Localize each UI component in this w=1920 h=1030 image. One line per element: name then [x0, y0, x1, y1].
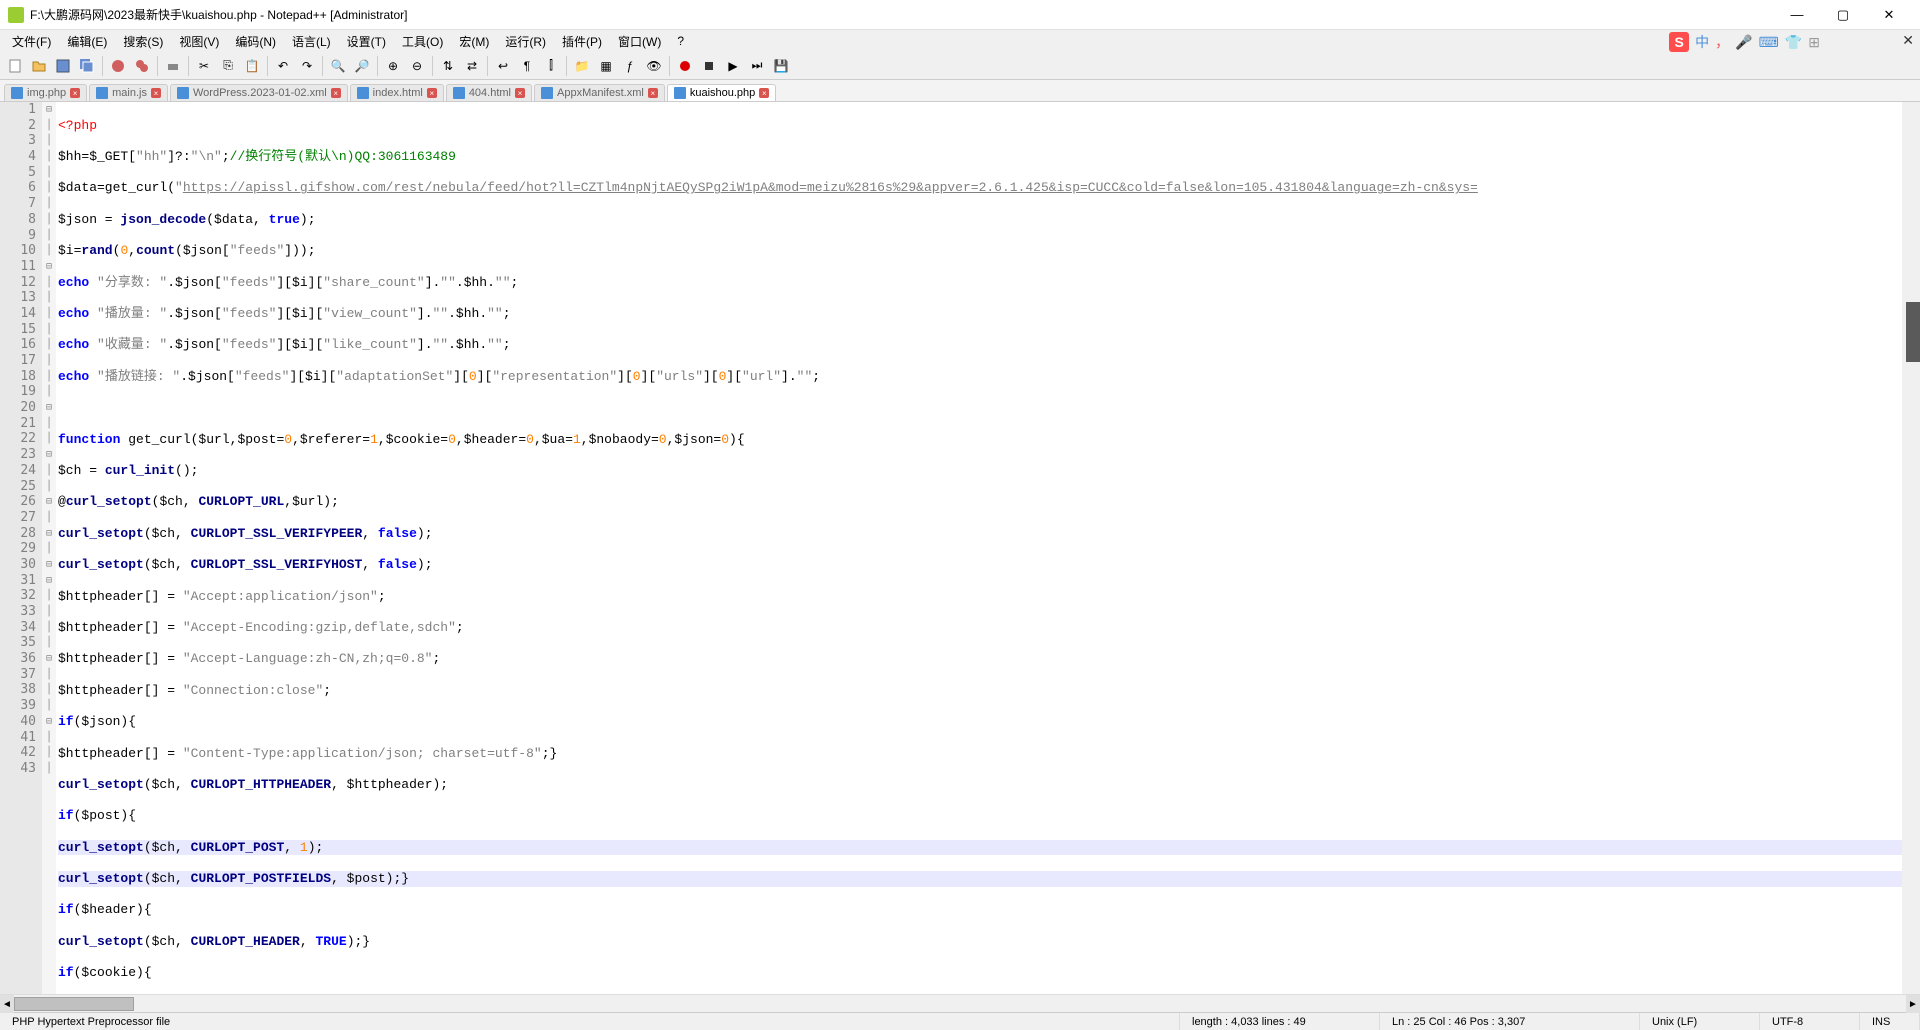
tab-close-icon[interactable]: ×	[759, 88, 769, 98]
tab-appx-manifest[interactable]: AppxManifest.xml×	[534, 84, 665, 101]
sync-h-button[interactable]: ⇄	[461, 55, 483, 77]
copy-button[interactable]: ⎘	[217, 55, 239, 77]
ime-skin-icon[interactable]: 👕	[1785, 34, 1802, 51]
find-button[interactable]: 🔍	[327, 55, 349, 77]
record-macro-button[interactable]	[674, 55, 696, 77]
zoom-out-button[interactable]: ⊖	[406, 55, 428, 77]
save-all-button[interactable]	[76, 55, 98, 77]
scroll-thumb[interactable]	[14, 997, 134, 1011]
sync-v-button[interactable]: ⇅	[437, 55, 459, 77]
ime-menu-icon[interactable]: ⊞	[1808, 34, 1820, 51]
close-all-button[interactable]	[131, 55, 153, 77]
tab-close-icon[interactable]: ×	[70, 88, 80, 98]
file-icon	[453, 87, 465, 99]
file-icon	[357, 87, 369, 99]
horizontal-scrollbar[interactable]: ◄ ►	[0, 994, 1920, 1012]
menu-settings[interactable]: 设置(T)	[339, 31, 394, 52]
menu-help[interactable]: ?	[669, 32, 692, 50]
status-encoding[interactable]: UTF-8	[1760, 1013, 1860, 1030]
tab-close-icon[interactable]: ×	[515, 88, 525, 98]
status-filetype: PHP Hypertext Preprocessor file	[0, 1013, 1180, 1030]
menu-plugins[interactable]: 插件(P)	[554, 31, 610, 52]
tab-index-html[interactable]: index.html×	[350, 84, 444, 101]
file-icon	[11, 87, 23, 99]
save-macro-button[interactable]: 💾	[770, 55, 792, 77]
menu-file[interactable]: 文件(F)	[4, 31, 59, 52]
stop-macro-button[interactable]	[698, 55, 720, 77]
menu-edit[interactable]: 编辑(E)	[59, 31, 115, 52]
menu-language[interactable]: 语言(L)	[284, 31, 339, 52]
redo-button[interactable]: ↷	[296, 55, 318, 77]
editor-area[interactable]: 1234567891011121314151617181920212223242…	[0, 102, 1920, 994]
line-numbers: 1234567891011121314151617181920212223242…	[0, 102, 42, 994]
ime-keyboard-icon[interactable]: ⌨	[1759, 34, 1779, 51]
tab-close-icon[interactable]: ×	[331, 88, 341, 98]
paste-button[interactable]: 📋	[241, 55, 263, 77]
file-icon	[177, 87, 189, 99]
ime-toolbar: S 中 ， 🎤 ⌨ 👕 ⊞	[1669, 32, 1820, 52]
menu-tools[interactable]: 工具(O)	[394, 31, 451, 52]
new-file-button[interactable]	[4, 55, 26, 77]
save-button[interactable]	[52, 55, 74, 77]
status-position: Ln : 25 Col : 46 Pos : 3,307	[1380, 1013, 1640, 1030]
title-bar: F:\大鹏源码网\2023最新快手\kuaishou.php - Notepad…	[0, 0, 1920, 30]
zoom-in-button[interactable]: ⊕	[382, 55, 404, 77]
show-all-chars-button[interactable]: ¶	[516, 55, 538, 77]
tab-wordpress-xml[interactable]: WordPress.2023-01-02.xml×	[170, 84, 348, 101]
doc-map-button[interactable]: ▦	[595, 55, 617, 77]
tab-kuaishou-php[interactable]: kuaishou.php×	[667, 84, 776, 101]
status-length: length : 4,033 lines : 49	[1180, 1013, 1380, 1030]
indent-guide-button[interactable]: ⫿	[540, 55, 562, 77]
close-file-button[interactable]	[107, 55, 129, 77]
status-eol[interactable]: Unix (LF)	[1640, 1013, 1760, 1030]
ime-punct[interactable]: ，	[1715, 32, 1729, 52]
scroll-left-arrow[interactable]: ◄	[0, 995, 14, 1013]
play-macro-button[interactable]: ▶	[722, 55, 744, 77]
tab-img-php[interactable]: img.php×	[4, 84, 87, 101]
folder-view-button[interactable]: 📁	[571, 55, 593, 77]
ime-sogou-icon[interactable]: S	[1669, 32, 1689, 52]
tab-bar: img.php× main.js× WordPress.2023-01-02.x…	[0, 80, 1920, 102]
wordwrap-button[interactable]: ↩	[492, 55, 514, 77]
ime-lang[interactable]: 中	[1695, 32, 1709, 52]
menu-encoding[interactable]: 编码(N)	[227, 31, 284, 52]
file-icon	[96, 87, 108, 99]
menu-search[interactable]: 搜索(S)	[115, 31, 171, 52]
func-list-button[interactable]: ƒ	[619, 55, 641, 77]
menu-window[interactable]: 窗口(W)	[610, 31, 669, 52]
app-icon	[8, 7, 24, 23]
file-icon	[541, 87, 553, 99]
tab-404-html[interactable]: 404.html×	[446, 84, 532, 101]
toolbar: ✂ ⎘ 📋 ↶ ↷ 🔍 🔎 ⊕ ⊖ ⇅ ⇄ ↩ ¶ ⫿ 📁 ▦ ƒ 👁 ▶ ⏭ …	[0, 52, 1920, 80]
tab-close-icon[interactable]: ×	[151, 88, 161, 98]
monitor-button[interactable]: 👁	[643, 55, 665, 77]
vertical-scrollbar[interactable]	[1902, 102, 1920, 994]
status-bar: PHP Hypertext Preprocessor file length :…	[0, 1012, 1920, 1030]
minimize-button[interactable]: —	[1774, 0, 1820, 30]
scroll-right-arrow[interactable]: ►	[1906, 995, 1920, 1013]
menu-view[interactable]: 视图(V)	[171, 31, 227, 52]
scroll-thumb[interactable]	[1906, 302, 1920, 362]
print-button[interactable]	[162, 55, 184, 77]
status-insert-mode[interactable]: INS	[1860, 1013, 1920, 1030]
replace-button[interactable]: 🔎	[351, 55, 373, 77]
play-multi-button[interactable]: ⏭	[746, 55, 768, 77]
maximize-button[interactable]: ▢	[1820, 0, 1866, 30]
open-file-button[interactable]	[28, 55, 50, 77]
tab-main-js[interactable]: main.js×	[89, 84, 168, 101]
undo-button[interactable]: ↶	[272, 55, 294, 77]
close-button[interactable]: ✕	[1866, 0, 1912, 30]
menubar-close-icon[interactable]: ✕	[1902, 32, 1914, 49]
menu-macro[interactable]: 宏(M)	[451, 31, 497, 52]
menu-run[interactable]: 运行(R)	[497, 31, 554, 52]
file-icon	[674, 87, 686, 99]
tab-close-icon[interactable]: ×	[427, 88, 437, 98]
code-content[interactable]: <?php $hh=$_GET["hh"]?:"\n";//换行符号(默认\n)…	[56, 102, 1920, 994]
fold-column[interactable]: ⊟│││││││││⊟││││││││⊟││⊟││⊟│⊟│⊟⊟││││⊟│││⊟…	[42, 102, 56, 994]
window-title: F:\大鹏源码网\2023最新快手\kuaishou.php - Notepad…	[30, 6, 1774, 23]
cut-button[interactable]: ✂	[193, 55, 215, 77]
ime-mic-icon[interactable]: 🎤	[1735, 34, 1752, 51]
tab-close-icon[interactable]: ×	[648, 88, 658, 98]
menu-bar: 文件(F) 编辑(E) 搜索(S) 视图(V) 编码(N) 语言(L) 设置(T…	[0, 30, 1920, 52]
